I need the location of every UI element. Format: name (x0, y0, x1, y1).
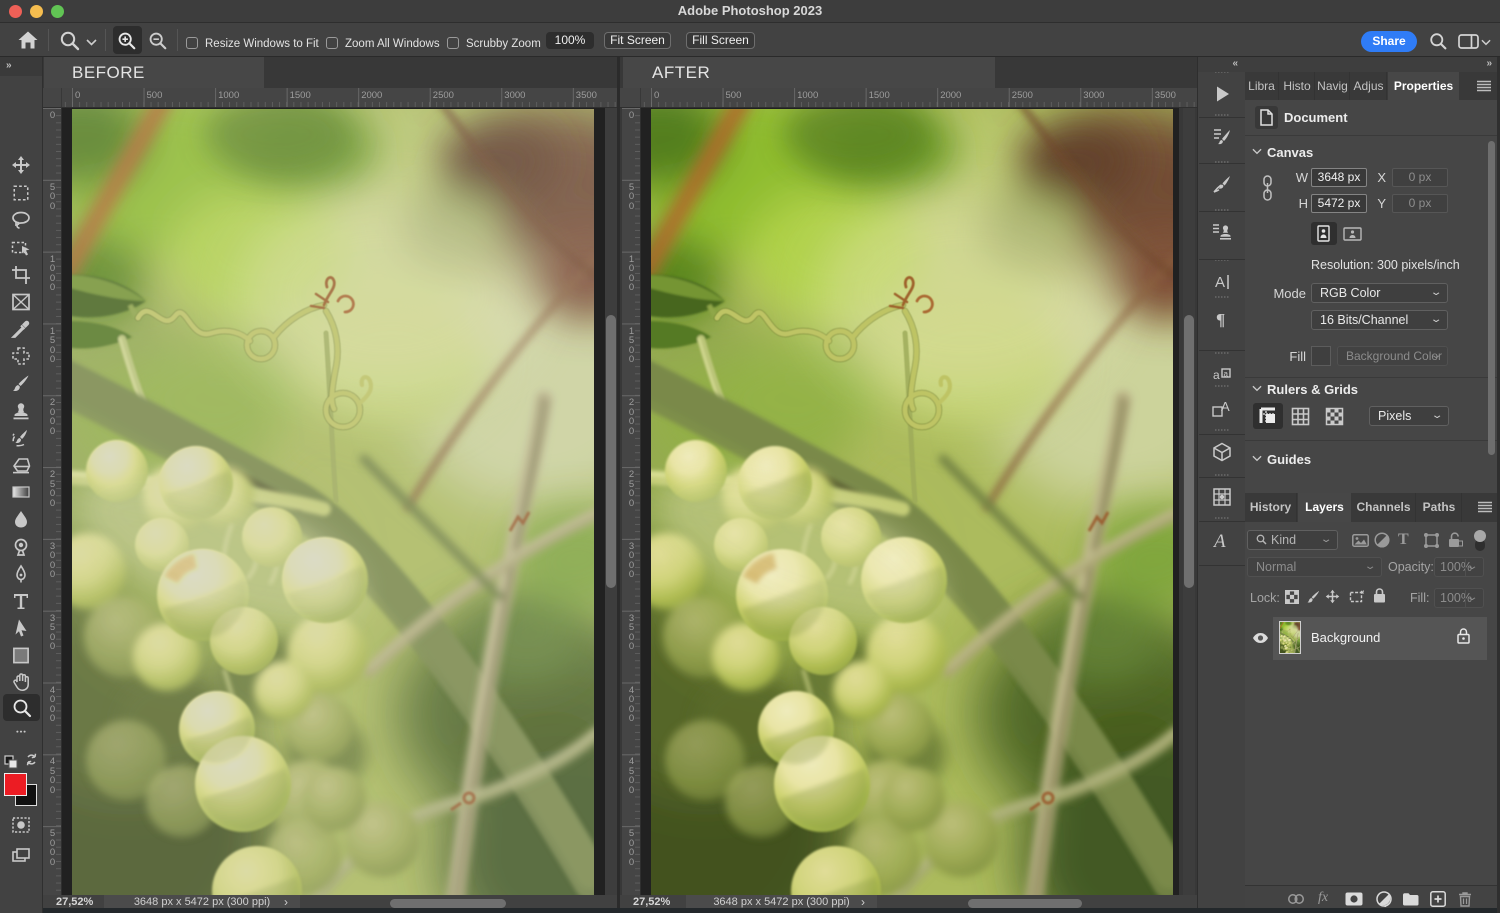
svg-text:A: A (1215, 274, 1225, 291)
svg-text:A: A (1212, 531, 1226, 551)
svg-text:A: A (1221, 399, 1230, 414)
svg-text:¶: ¶ (1216, 310, 1225, 329)
svg-text:a: a (1224, 370, 1229, 379)
svg-text:a: a (1213, 368, 1220, 382)
